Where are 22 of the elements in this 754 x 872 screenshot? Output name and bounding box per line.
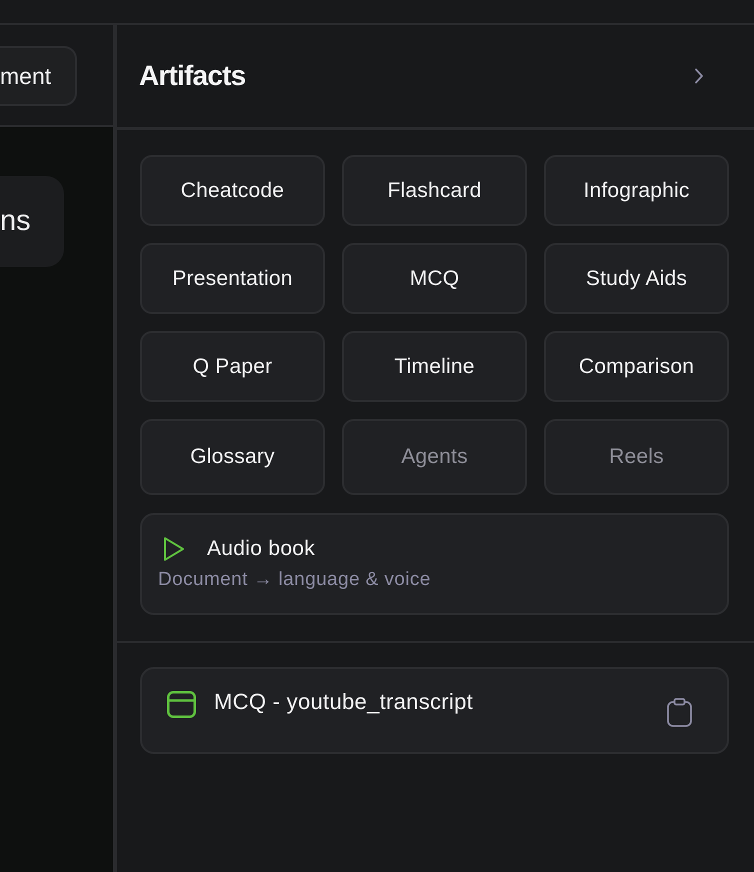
artifact-button[interactable]: Glossary — [140, 419, 325, 495]
saved-artifact-card[interactable]: MCQ - youtube_transcript — [140, 667, 729, 754]
panel-title: Artifacts — [139, 60, 246, 92]
audio-book-card[interactable]: Audio book Document → language & voice — [140, 513, 729, 615]
artifact-button[interactable]: Q Paper — [140, 331, 325, 402]
artifact-button[interactable]: MCQ — [342, 243, 527, 314]
saved-artifact-title: MCQ - youtube_transcript — [214, 689, 474, 715]
artifact-button[interactable]: Cheatcode — [140, 155, 325, 226]
chevron-right-icon[interactable] — [694, 68, 704, 84]
artifact-button[interactable]: Infographic — [544, 155, 729, 226]
artifact-button[interactable]: Flashcard — [342, 155, 527, 226]
artifact-button[interactable]: Timeline — [342, 331, 527, 402]
artifact-button[interactable]: Comparison — [544, 331, 729, 402]
audio-card-title: Audio book — [207, 537, 316, 561]
clipboard-icon[interactable] — [667, 698, 692, 727]
play-icon — [163, 536, 185, 562]
audio-card-subtitle: Document → language & voice — [158, 569, 431, 591]
header-button[interactable]: ment — [0, 46, 78, 106]
artifact-button[interactable]: Study Aids — [544, 243, 729, 314]
window-icon — [167, 691, 196, 718]
message-bubble: ns — [0, 176, 64, 267]
artifact-button[interactable]: Presentation — [140, 243, 325, 314]
